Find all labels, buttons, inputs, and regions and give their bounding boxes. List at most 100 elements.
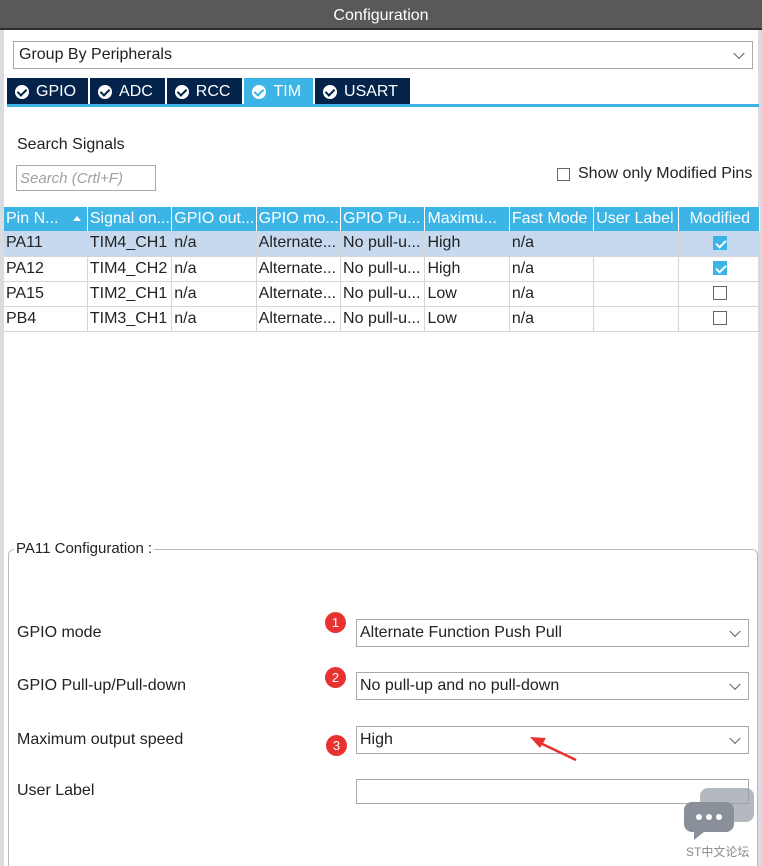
gpio-mode-label: GPIO mode — [17, 624, 102, 641]
table-header-row: Pin N... Signal on... GPIO out... GPIO m… — [4, 207, 761, 231]
annotation-badge-3: 3 — [326, 735, 347, 756]
annotation-badge-2: 2 — [325, 667, 346, 688]
check-circle-icon — [323, 84, 338, 99]
cell-user-label — [593, 306, 679, 332]
cell-user-label — [593, 256, 679, 282]
annotation-badge-1: 1 — [325, 612, 346, 633]
pin-configuration-group — [8, 549, 758, 866]
window-title: Configuration — [0, 0, 762, 30]
max-speed-value: High — [360, 731, 393, 748]
sort-ascending-icon — [72, 216, 81, 221]
cell-fast-mode: n/a — [509, 256, 595, 282]
peripheral-tabs: GPIO ADC RCC TIM USART — [7, 78, 412, 105]
show-modified-checkbox[interactable] — [557, 167, 570, 181]
modified-checkbox[interactable] — [712, 286, 727, 301]
cell-max-speed: High — [424, 231, 510, 257]
column-header-gpio-mode[interactable]: GPIO mo... — [256, 207, 342, 231]
check-circle-icon — [98, 84, 113, 99]
gpio-pull-label: GPIO Pull-up/Pull-down — [17, 677, 186, 694]
gpio-pull-select[interactable]: No pull-up and no pull-down — [356, 672, 749, 700]
show-modified-label: Show only Modified Pins — [578, 165, 753, 182]
tab-label: USART — [344, 83, 398, 100]
tab-label: GPIO — [36, 83, 77, 100]
cell-fast-mode: n/a — [509, 231, 595, 257]
cell-gpio-mode: Alternate... — [256, 281, 342, 307]
cell-max-speed: Low — [424, 281, 510, 307]
tab-usart[interactable]: USART — [315, 78, 410, 105]
cell-signal: TIM4_CH1 — [87, 231, 173, 257]
check-circle-icon — [174, 84, 189, 99]
cell-pin: PA12 — [4, 256, 88, 282]
pin-table: Pin N... Signal on... GPIO out... GPIO m… — [4, 207, 761, 332]
cell-user-label — [593, 231, 679, 257]
check-circle-icon — [15, 84, 29, 99]
cell-modified — [678, 281, 761, 307]
cell-modified — [678, 306, 761, 332]
tab-adc[interactable]: ADC — [90, 78, 165, 105]
cell-gpio-mode: Alternate... — [256, 256, 342, 282]
watermark-text: ST中文论坛 — [686, 845, 750, 859]
tab-label: RCC — [195, 83, 231, 100]
cell-max-speed: Low — [424, 306, 510, 332]
group-by-select[interactable]: Group By Peripherals — [13, 41, 753, 69]
user-label-label: User Label — [17, 782, 95, 799]
column-header-modified[interactable]: Modified — [678, 207, 761, 231]
cell-max-speed: High — [424, 256, 510, 282]
tab-rcc[interactable]: RCC — [166, 78, 243, 105]
tab-tim[interactable]: TIM — [244, 78, 314, 105]
cell-gpio-mode: Alternate... — [256, 306, 342, 332]
table-row[interactable]: PA15 TIM2_CH1 n/a Alternate... No pull-u… — [4, 281, 761, 307]
chevron-down-icon — [729, 625, 741, 638]
modified-checkbox[interactable] — [712, 236, 727, 251]
gpio-pull-value: No pull-up and no pull-down — [360, 677, 560, 694]
column-header-gpio-output[interactable]: GPIO out... — [171, 207, 257, 231]
column-header-gpio-pull[interactable]: GPIO Pu... — [340, 207, 426, 231]
annotation-arrow-icon — [530, 737, 577, 762]
column-header-user-label[interactable]: User Label — [593, 207, 679, 231]
cell-user-label — [593, 281, 679, 307]
cell-gpio-output: n/a — [171, 256, 257, 282]
column-header-fast-mode[interactable]: Fast Mode — [509, 207, 595, 231]
cell-gpio-output: n/a — [171, 306, 257, 332]
chevron-down-icon — [733, 47, 745, 60]
tab-underline — [7, 104, 759, 107]
pin-configuration-title: PA11 Configuration : — [14, 540, 155, 557]
cell-signal: TIM2_CH1 — [87, 281, 173, 307]
cell-gpio-pull: No pull-u... — [340, 231, 426, 257]
cell-gpio-output: n/a — [171, 281, 257, 307]
table-row[interactable]: PA11 TIM4_CH1 n/a Alternate... No pull-u… — [4, 231, 761, 257]
column-header-signal[interactable]: Signal on... — [87, 207, 173, 231]
chevron-down-icon — [729, 678, 741, 691]
cell-fast-mode: n/a — [509, 306, 595, 332]
cell-pin: PB4 — [4, 306, 88, 332]
tab-label: TIM — [273, 83, 302, 100]
cell-fast-mode: n/a — [509, 281, 595, 307]
cell-gpio-mode: Alternate... — [256, 231, 342, 257]
chat-bubble-icon — [684, 788, 754, 840]
cell-modified — [678, 256, 761, 282]
cell-modified — [678, 231, 761, 257]
search-input[interactable] — [16, 165, 156, 191]
cell-gpio-pull: No pull-u... — [340, 256, 426, 282]
cell-gpio-output: n/a — [171, 231, 257, 257]
arrow-head — [530, 737, 546, 748]
cell-gpio-pull: No pull-u... — [340, 306, 426, 332]
column-header-pin[interactable]: Pin N... — [4, 207, 88, 231]
group-by-value: Group By Peripherals — [19, 46, 172, 63]
check-circle-icon — [252, 84, 267, 99]
cell-signal: TIM4_CH2 — [87, 256, 173, 282]
tab-gpio[interactable]: GPIO — [7, 78, 89, 105]
modified-checkbox[interactable] — [712, 261, 727, 276]
cell-pin: PA15 — [4, 281, 88, 307]
cell-signal: TIM3_CH1 — [87, 306, 173, 332]
table-row[interactable]: PA12 TIM4_CH2 n/a Alternate... No pull-u… — [4, 256, 761, 282]
column-header-max-speed[interactable]: Maximu... — [424, 207, 510, 231]
window-frame-right — [758, 0, 762, 866]
search-label: Search Signals — [17, 136, 125, 153]
modified-checkbox[interactable] — [712, 311, 727, 326]
cell-gpio-pull: No pull-u... — [340, 281, 426, 307]
gpio-mode-select[interactable]: Alternate Function Push Pull — [356, 619, 749, 647]
max-speed-label: Maximum output speed — [17, 731, 184, 748]
table-row[interactable]: PB4 TIM3_CH1 n/a Alternate... No pull-u.… — [4, 306, 761, 332]
show-modified-toggle[interactable]: Show only Modified Pins — [557, 165, 752, 183]
